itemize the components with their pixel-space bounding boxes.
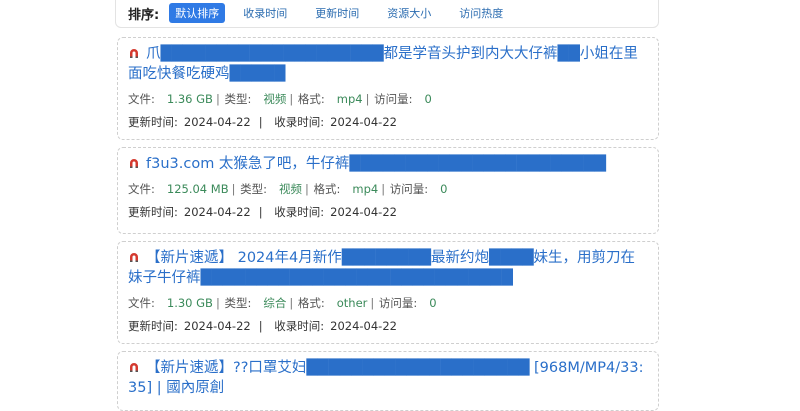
updated-date: 2024-04-22 [183,319,251,333]
result-meta: 文件: 1.36 GB | 类型: 视频 | 格式: mp4 | 访问量: 0 [128,92,432,106]
magnet-icon [130,253,138,262]
magnet-icon [130,159,138,168]
indexed-date: 2024-04-22 [330,115,397,129]
result-title-link[interactable]: f3u3.com 太猴急了吧，牛仔裤██████████████████████… [128,154,648,174]
result-card: 【新片速遞】??口罩艾妇████████████████████ [968M/M… [117,351,659,411]
file-size-label: 文件: [128,182,155,196]
sort-option-popularity[interactable]: 访问热度 [453,3,509,23]
result-meta: 文件: 125.04 MB | 类型: 视频 | 格式: mp4 | 访问量: 0 [128,182,448,196]
file-format: mp4 [336,92,363,106]
file-type: 综合 [263,296,287,310]
view-count: 0 [424,92,432,106]
indexed-date: 2024-04-22 [330,319,397,333]
views-label: 访问量: [374,92,413,106]
indexed-label: 收录时间: [274,319,325,333]
result-title-text: 【新片速遞】 2024年4月新作████████最新约炮████妹生，用剪刀在妹… [128,250,636,286]
result-meta: 文件: 1.30 GB | 类型: 综合 | 格式: other | 访问量: 0 [128,296,437,310]
file-size: 125.04 MB [166,182,229,196]
result-title-link[interactable]: 爪████████████████████都是学音头护到内大大仔裤██小姐在里面… [128,44,648,84]
result-title-link[interactable]: 【新片速遞】??口罩艾妇████████████████████ [968M/M… [128,358,648,398]
type-label: 类型: [224,296,252,310]
file-size-label: 文件: [128,92,155,106]
file-format: other [336,296,368,310]
result-card: f3u3.com 太猴急了吧，牛仔裤██████████████████████… [117,147,659,234]
views-label: 访问量: [389,182,429,196]
format-label: 格式: [297,296,325,310]
updated-date: 2024-04-22 [183,115,251,129]
indexed-date: 2024-04-22 [330,205,397,219]
file-size-label: 文件: [128,296,155,310]
indexed-label: 收录时间: [274,205,325,219]
updated-date: 2024-04-22 [183,205,251,219]
type-label: 类型: [240,182,267,196]
file-size: 1.36 GB [166,92,213,106]
updated-label: 更新时间: [128,319,178,333]
result-title-text: f3u3.com 太猴急了吧，牛仔裤██████████████████████… [146,156,606,172]
result-card: 【新片速遞】 2024年4月新作████████最新约炮████妹生，用剪刀在妹… [117,241,659,344]
indexed-label: 收录时间: [274,115,325,129]
file-size: 1.30 GB [166,296,213,310]
file-format: mp4 [352,182,379,196]
sort-option-indexed-time[interactable]: 收录时间 [237,3,293,23]
result-dates: 更新时间: 2024-04-22 | 收录时间: 2024-04-22 [128,319,397,333]
sort-option-size[interactable]: 资源大小 [381,3,437,23]
sort-label: 排序: [128,7,160,23]
result-title-text: 爪████████████████████都是学音头护到内大大仔裤██小姐在里面… [128,46,638,82]
view-count: 0 [429,296,437,310]
sort-option-updated-time[interactable]: 更新时间 [309,3,365,23]
sort-bar: 排序: 默认排序 收录时间 更新时间 资源大小 访问热度 [115,0,659,28]
views-label: 访问量: [378,296,418,310]
view-count: 0 [440,182,448,196]
type-label: 类型: [224,92,252,106]
magnet-icon [130,49,138,58]
result-dates: 更新时间: 2024-04-22 | 收录时间: 2024-04-22 [128,115,397,129]
format-label: 格式: [313,182,341,196]
updated-label: 更新时间: [128,115,178,129]
result-card: 爪████████████████████都是学音头护到内大大仔裤██小姐在里面… [117,37,659,140]
magnet-icon [130,363,138,372]
format-label: 格式: [297,92,325,106]
result-dates: 更新时间: 2024-04-22 | 收录时间: 2024-04-22 [128,205,397,219]
file-type: 视频 [263,92,287,106]
updated-label: 更新时间: [128,205,178,219]
result-title-text: 【新片速遞】??口罩艾妇████████████████████ [968M/M… [128,360,644,396]
file-type: 视频 [279,182,302,196]
result-title-link[interactable]: 【新片速遞】 2024年4月新作████████最新约炮████妹生，用剪刀在妹… [128,248,648,288]
sort-option-default[interactable]: 默认排序 [169,3,226,23]
